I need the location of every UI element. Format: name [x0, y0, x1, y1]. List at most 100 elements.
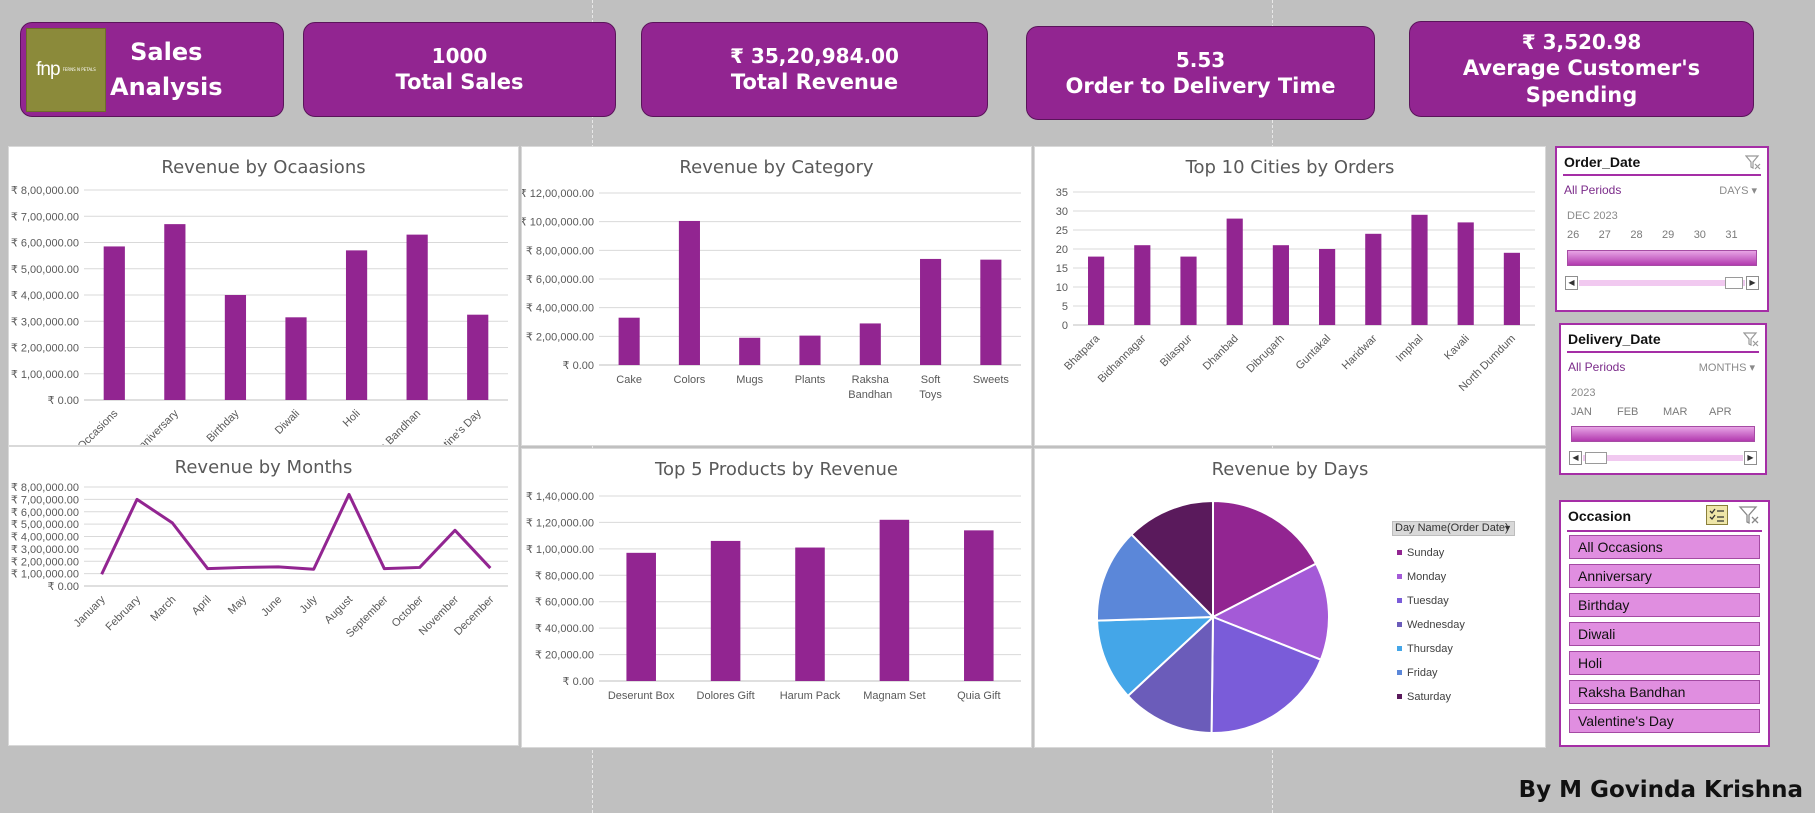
multi-select-icon[interactable] [1706, 505, 1728, 525]
bar-cake[interactable] [618, 317, 640, 365]
bar-deserunt-box[interactable] [626, 552, 656, 681]
kpi-delivery-time: 5.53 Order to Delivery Time [1026, 26, 1375, 120]
y-tick-label: 25 [1056, 225, 1068, 237]
timeline-scrollbar[interactable]: ◀ ▶ [1565, 276, 1759, 290]
scroll-right-icon[interactable]: ▶ [1744, 451, 1757, 465]
x-tick-label: Bhatpara [1062, 332, 1103, 373]
x-tick-label: Dolores Gift [697, 690, 755, 702]
line-series-revenue[interactable] [100, 492, 492, 575]
bar-holi[interactable] [345, 250, 368, 400]
clear-filter-icon[interactable] [1738, 505, 1760, 525]
bar-north-dumdum[interactable] [1503, 252, 1520, 325]
dashboard-title: Sales Analysis [110, 35, 223, 105]
legend-item-saturday[interactable]: Saturday [1407, 691, 1452, 703]
timeline-selection-bar[interactable] [1567, 250, 1757, 266]
bar-imphal[interactable] [1411, 214, 1428, 325]
bar-diwali[interactable] [285, 317, 307, 400]
bar-haridwar[interactable] [1365, 233, 1382, 325]
occasion-item-raksha-bandhan[interactable]: Raksha Bandhan [1569, 680, 1760, 704]
scroll-thumb[interactable] [1585, 452, 1607, 464]
slicer-unit-dropdown[interactable]: DAYS ▾ [1719, 184, 1757, 197]
bar-dibrugarh[interactable] [1272, 245, 1289, 325]
clear-filter-icon[interactable] [1743, 331, 1759, 347]
bar-magnam-set[interactable] [879, 519, 910, 681]
x-tick-label: Soft Toys [919, 374, 942, 401]
scroll-left-icon[interactable]: ◀ [1569, 451, 1582, 465]
y-tick-label: ₹ 10,00,000.00 [522, 217, 594, 229]
y-tick-label: ₹ 2,00,000.00 [526, 331, 594, 343]
bar-birthday[interactable] [224, 295, 247, 400]
bar-dhanbad[interactable] [1226, 218, 1243, 325]
x-tick-label: Dibrugarh [1244, 333, 1287, 376]
y-tick-label: ₹ 4,00,000.00 [526, 303, 594, 315]
legend-swatch [1397, 598, 1402, 603]
bar-harum-pack[interactable] [795, 547, 825, 681]
bar-dolores-gift[interactable] [710, 540, 741, 681]
x-tick-label: Birthday [205, 407, 242, 444]
bar-kavali[interactable] [1457, 222, 1474, 325]
occasion-item-valentines-day[interactable]: Valentine's Day [1569, 709, 1760, 733]
legend-item-sunday[interactable]: Sunday [1407, 547, 1445, 559]
slicer-year: 2023 [1571, 387, 1596, 399]
bar-raksha-bandhan[interactable] [406, 234, 428, 400]
chart-svg: ₹ 0.00 ₹ 20,000.00 ₹ 40,000.00 ₹ 60,000.00 ₹… [526, 491, 1021, 702]
scroll-thumb[interactable] [1725, 277, 1743, 289]
bar-sweets[interactable] [980, 259, 1002, 365]
slicer-order-date[interactable]: Order_Date All Periods DAYS ▾ DEC 2023 2… [1555, 146, 1769, 312]
bar-mugs[interactable] [739, 337, 761, 365]
occasion-item-holi[interactable]: Holi [1569, 651, 1760, 675]
x-tick-label: Harum Pack [780, 690, 841, 702]
occasion-item-anniversary[interactable]: Anniversary [1569, 564, 1760, 588]
slicer-period[interactable]: All Periods [1564, 183, 1621, 197]
slicer-unit-dropdown[interactable]: MONTHS ▾ [1699, 361, 1755, 374]
slicer-period[interactable]: All Periods [1568, 360, 1625, 374]
timeline-selection-bar[interactable] [1571, 426, 1755, 442]
bar-bidhannagar[interactable] [1134, 245, 1151, 325]
legend-item-wednesday[interactable]: Wednesday [1407, 619, 1465, 631]
y-tick-label: ₹ 80,000.00 [535, 570, 594, 582]
bar-plants[interactable] [799, 335, 821, 365]
legend-item-friday[interactable]: Friday [1407, 667, 1438, 679]
y-tick-label: 15 [1056, 263, 1068, 275]
bar-colors[interactable] [678, 220, 700, 365]
x-tick-label: March [148, 594, 178, 624]
scroll-left-icon[interactable]: ◀ [1565, 276, 1578, 290]
bar-bhatpara[interactable] [1088, 256, 1105, 325]
legend-item-tuesday[interactable]: Tuesday [1407, 595, 1449, 607]
kpi-label: Total Sales [395, 70, 524, 94]
bar-soft-toys[interactable] [920, 258, 942, 365]
kpi-label: Order to Delivery Time [1065, 73, 1336, 98]
bar-guntakal[interactable] [1319, 249, 1336, 325]
legend-item-monday[interactable]: Monday [1407, 571, 1447, 583]
bar-quia-gift[interactable] [964, 530, 994, 681]
y-tick-label: 0 [1062, 320, 1068, 332]
x-tick-label: July [297, 593, 320, 616]
bar-bilaspur[interactable] [1180, 256, 1197, 325]
bar-anniversary[interactable] [164, 224, 186, 400]
x-tick-label: April [190, 594, 214, 618]
y-tick-label: ₹ 3,00,000.00 [11, 316, 79, 328]
bar-all-occasions[interactable] [103, 246, 125, 400]
y-tick-label: ₹ 1,00,000.00 [11, 569, 79, 581]
bar-raksha-bandhan[interactable] [859, 323, 881, 365]
x-tick-label: Valentine's Day [422, 407, 484, 445]
bar-valentine-s-day[interactable] [467, 314, 489, 400]
legend-item-thursday[interactable]: Thursday [1407, 643, 1453, 655]
slicer-occasion[interactable]: Occasion All Occasions Anniversary Birth… [1559, 500, 1770, 747]
occasion-item-diwali[interactable]: Diwali [1569, 622, 1760, 646]
scroll-right-icon[interactable]: ▶ [1746, 276, 1759, 290]
kpi-total-sales: 1000 Total Sales [303, 22, 616, 117]
occasion-item-all-occasions[interactable]: All Occasions [1569, 535, 1760, 559]
chart-svg: ₹ 0.00₹ 1,00,000.00₹ 2,00,000.00₹ 3,00,0… [11, 482, 508, 640]
slicer-delivery-date[interactable]: Delivery_Date All Periods MONTHS ▾ 2023 … [1559, 323, 1767, 475]
y-tick-label: ₹ 0.00 [48, 395, 79, 407]
chart-top-products-by-revenue: Top 5 Products by Revenue ₹ 0.00 ₹ 20,000… [521, 448, 1032, 748]
y-tick-label: ₹ 8,00,000.00 [11, 482, 79, 494]
timeline-scrollbar[interactable]: ◀ ▶ [1569, 451, 1757, 465]
occasion-item-birthday[interactable]: Birthday [1569, 593, 1760, 617]
slicer-title: Delivery_Date [1568, 331, 1661, 347]
clear-filter-icon[interactable] [1745, 154, 1761, 170]
chart-revenue-by-occasions: Revenue by Ocaasions ₹ 0.00 ₹ 1,00,000.00… [8, 146, 519, 446]
kpi-avg-spending: ₹ 3,520.98 Average Customer's Spending [1409, 21, 1754, 117]
x-tick-label: Haridwar [1340, 332, 1380, 372]
